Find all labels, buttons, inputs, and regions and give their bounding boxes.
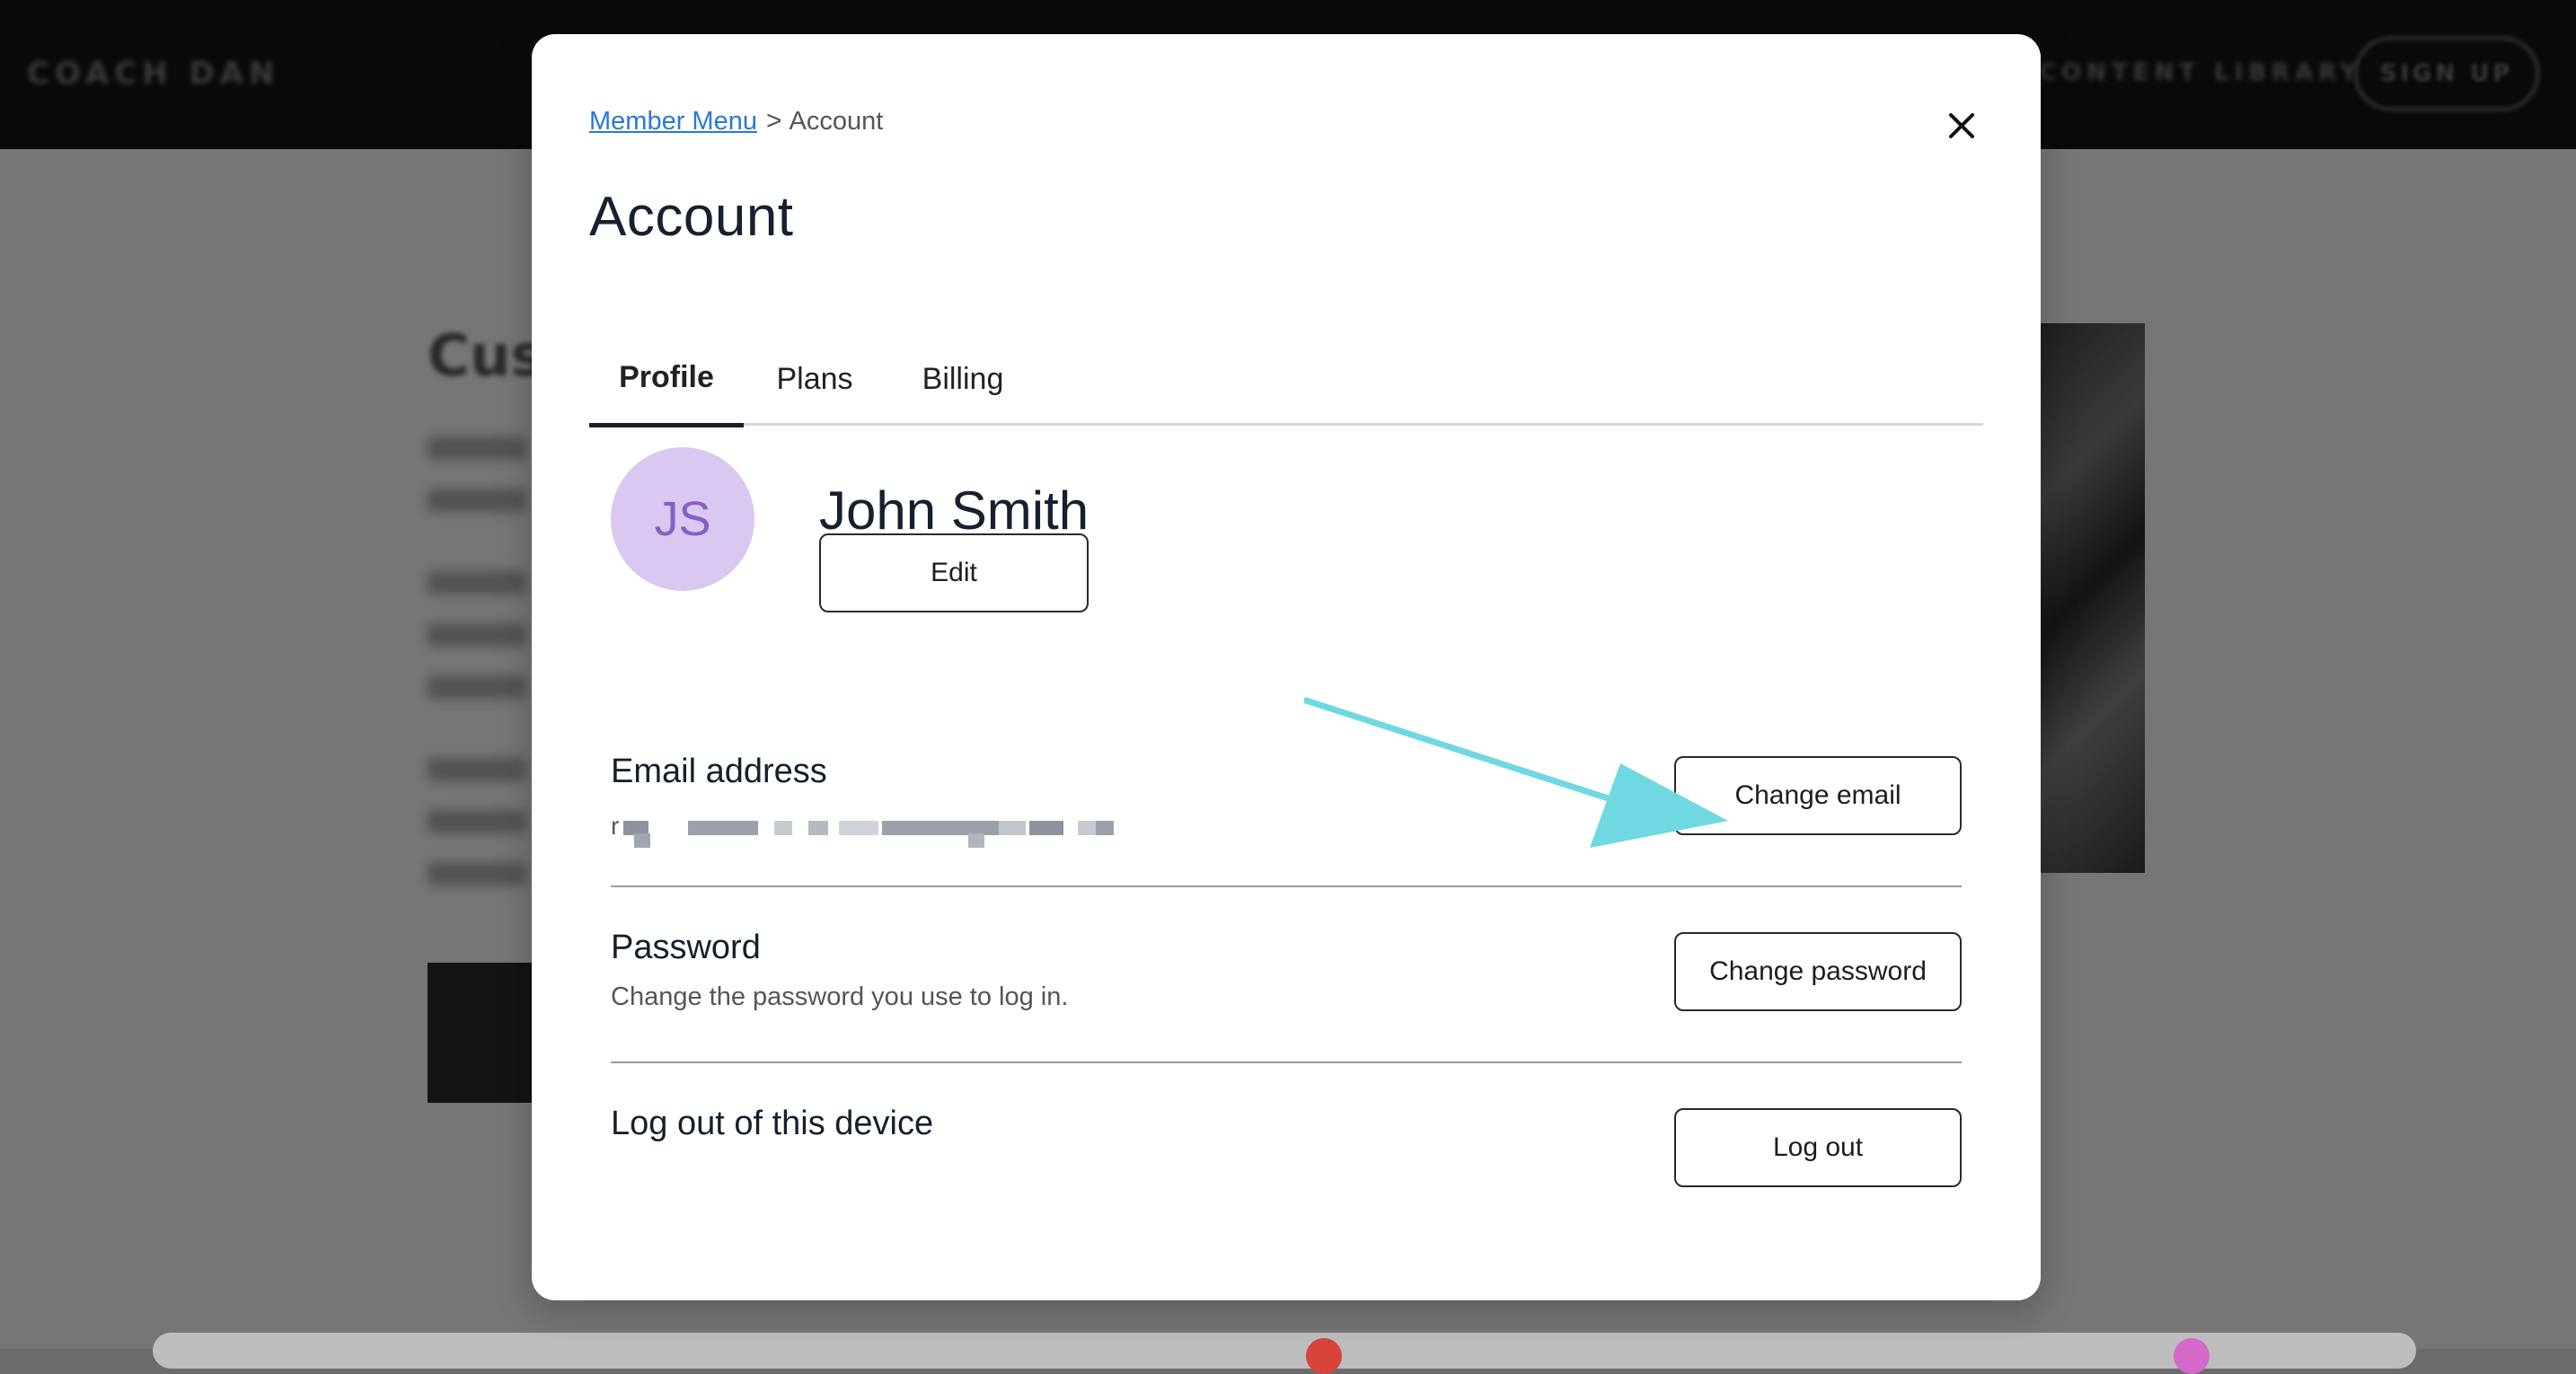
- account-tabs: Profile Plans Billing: [589, 332, 1983, 427]
- background-text-line: [428, 675, 526, 699]
- background-title: Cus: [428, 323, 545, 390]
- logout-section-title: Log out of this device: [611, 1105, 934, 1142]
- breadcrumb-member-menu-link[interactable]: Member Menu: [589, 107, 757, 137]
- redaction-pixel: [808, 821, 828, 835]
- background-text-line: [428, 436, 526, 460]
- redaction-pixel: [688, 821, 758, 835]
- email-first-char: r: [611, 812, 620, 840]
- page-title: Account: [589, 186, 794, 248]
- divider: [611, 1061, 1962, 1063]
- email-section-title: Email address: [611, 753, 827, 790]
- background-text-line: [428, 862, 526, 885]
- background-text-line: [428, 758, 526, 781]
- password-section-title: Password: [611, 929, 761, 966]
- site-logo: COACH DAN: [27, 56, 280, 92]
- tab-billing[interactable]: Billing: [886, 332, 1040, 426]
- taskbar-app-icon: [2174, 1338, 2210, 1374]
- arrow-icon: [1304, 697, 1728, 848]
- email-value-redacted: r: [611, 812, 1114, 848]
- tab-plans[interactable]: Plans: [747, 332, 882, 426]
- change-password-button[interactable]: Change password: [1674, 932, 1962, 1011]
- nav-link-content-library: CONTENT LIBRARY: [2039, 59, 2363, 86]
- redaction-pixel: [999, 821, 1026, 835]
- breadcrumb-current: Account: [789, 106, 884, 136]
- divider: [611, 885, 1962, 887]
- redaction-pixel: [968, 833, 984, 848]
- profile-name: John Smith: [819, 480, 1090, 541]
- avatar: JS: [611, 447, 754, 591]
- close-button[interactable]: [1944, 108, 1980, 144]
- password-description: Change the password you use to log in.: [611, 982, 1069, 1011]
- redaction-pixel: [774, 821, 792, 835]
- edit-profile-button[interactable]: Edit: [819, 533, 1089, 612]
- redaction-pixel: [1096, 821, 1114, 835]
- chevron-right-icon: >: [765, 106, 782, 136]
- redaction-pixel: [839, 821, 878, 835]
- redaction-pixel: [1029, 821, 1063, 835]
- tab-profile[interactable]: Profile: [589, 332, 744, 427]
- background-text-line: [428, 810, 526, 833]
- breadcrumb: Member Menu > Account: [589, 106, 883, 137]
- redaction-pixel: [634, 833, 650, 848]
- background-text-line: [428, 623, 526, 647]
- signup-button: SIGN UP: [2353, 36, 2540, 111]
- background-text-line: [428, 489, 526, 512]
- taskbar: [153, 1333, 2416, 1369]
- redaction-pixel: [1078, 821, 1096, 835]
- close-icon: [1949, 113, 1974, 138]
- taskbar-app-icon: [1306, 1338, 1342, 1374]
- log-out-button[interactable]: Log out: [1674, 1108, 1962, 1187]
- account-modal: Member Menu > Account Account Profile Pl…: [532, 34, 2041, 1300]
- background-text-line: [428, 571, 526, 595]
